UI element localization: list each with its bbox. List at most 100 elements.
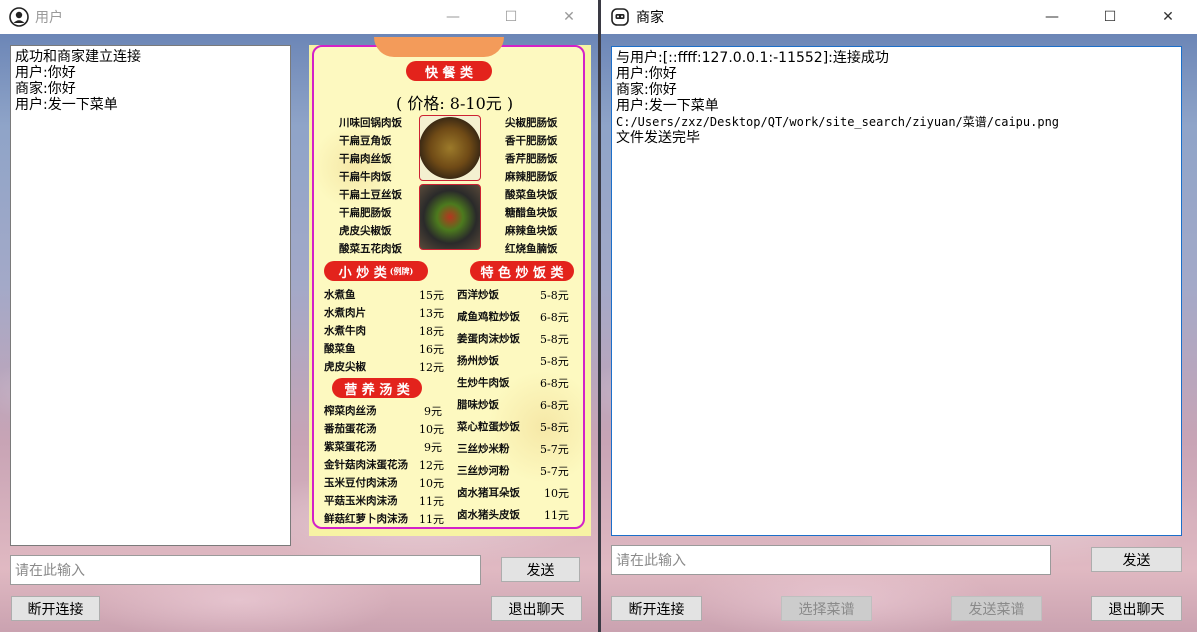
menu-item-price: 18元	[419, 325, 444, 338]
minimize-button[interactable]: —	[424, 0, 482, 34]
menu-item-price: 11元	[419, 495, 444, 508]
close-button[interactable]: ✕	[1139, 0, 1197, 34]
menu-item-price: 6-8元	[540, 377, 569, 390]
menu-item: 姜蛋肉沫炒饭	[457, 333, 520, 345]
menu-item: 香芹肥肠饭	[505, 153, 558, 165]
chat-line: 商家:你好	[616, 82, 677, 98]
menu-item: 麻辣鱼块饭	[505, 225, 558, 237]
chat-line: 用户:你好	[616, 66, 677, 82]
user-send-button[interactable]: 发送	[501, 557, 580, 582]
menu-item: 酸菜鱼	[324, 343, 356, 355]
dish-photo	[419, 115, 481, 181]
merchant-window: 商家 — ☐ ✕ 与用户:[::ffff:127.0.0.1:-11552]:连…	[601, 0, 1197, 632]
menu-item: 金针菇肉沫蛋花汤	[324, 459, 408, 471]
chat-line: 用户:你好	[15, 65, 76, 81]
minimize-button[interactable]: —	[1023, 0, 1081, 34]
menu-item: 干扁肥肠饭	[339, 207, 392, 219]
merchant-exit-chat-button[interactable]: 退出聊天	[1091, 596, 1182, 621]
user-window-title: 用户	[35, 10, 63, 26]
menu-item-price: 10元	[419, 477, 444, 490]
menu-item: 菜心粒蛋炒饭	[457, 421, 520, 433]
menu-item: 卤水猪头皮饭	[457, 509, 520, 521]
menu-item: 扬州炒饭	[457, 355, 499, 367]
maximize-button[interactable]: ☐	[482, 0, 540, 34]
menu-item-price: 9元	[424, 405, 442, 418]
send-menu-button[interactable]: 发送菜谱	[951, 596, 1042, 621]
chat-line: 用户:发一下菜单	[616, 98, 719, 114]
menu-section-fast-food: 快 餐 类	[406, 61, 492, 81]
menu-item: 生炒牛肉饭	[457, 377, 510, 389]
menu-item: 干扁肉丝饭	[339, 153, 392, 165]
menu-item-price: 11元	[544, 509, 569, 522]
merchant-message-input[interactable]: 请在此输入	[611, 545, 1051, 575]
chat-line: 文件发送完毕	[616, 130, 700, 146]
menu-item-price: 12元	[419, 361, 444, 374]
user-chat-log[interactable]: 成功和商家建立连接 用户:你好 商家:你好 用户:发一下菜单	[10, 45, 291, 546]
menu-item-price: 5-8元	[540, 421, 569, 434]
menu-section-stir-fry: 小 炒 类 (例牌)	[324, 261, 428, 281]
menu-item: 水煮牛肉	[324, 325, 366, 337]
menu-item: 水煮鱼	[324, 289, 356, 301]
user-message-input[interactable]: 请在此输入	[10, 555, 481, 585]
menu-section-fried-rice: 特 色 炒 饭 类	[470, 261, 574, 281]
close-button[interactable]: ✕	[540, 0, 598, 34]
merchant-chat-log[interactable]: 与用户:[::ffff:127.0.0.1:-11552]:连接成功 用户:你好…	[611, 46, 1182, 536]
menu-item: 西洋炒饭	[457, 289, 499, 301]
menu-item: 卤水猪耳朵饭	[457, 487, 520, 499]
merchant-titlebar[interactable]: 商家 — ☐ ✕	[601, 0, 1197, 34]
menu-item: 水煮肉片	[324, 307, 366, 319]
menu-item: 麻辣肥肠饭	[505, 171, 558, 183]
menu-item-price: 6-8元	[540, 311, 569, 324]
menu-item: 红烧鱼腩饭	[505, 243, 558, 255]
menu-item-price: 15元	[419, 289, 444, 302]
menu-item-price: 6-8元	[540, 399, 569, 412]
menu-item: 咸鱼鸡粒炒饭	[457, 311, 520, 323]
merchant-send-button[interactable]: 发送	[1091, 547, 1182, 572]
select-menu-button[interactable]: 选择菜谱	[781, 596, 872, 621]
menu-item-price: 13元	[419, 307, 444, 320]
menu-item: 榨菜肉丝汤	[324, 405, 377, 417]
robot-icon	[610, 7, 630, 27]
merchant-disconnect-button[interactable]: 断开连接	[611, 596, 702, 621]
menu-item: 腊味炒饭	[457, 399, 499, 411]
user-avatar-icon	[9, 7, 29, 27]
user-exit-chat-button[interactable]: 退出聊天	[491, 596, 582, 621]
menu-item: 三丝炒河粉	[457, 465, 510, 477]
menu-item: 酸菜鱼块饭	[505, 189, 558, 201]
menu-section-note: (例牌)	[389, 265, 414, 276]
menu-section-title: 小 炒 类	[338, 265, 387, 281]
menu-item: 尖椒肥肠饭	[505, 117, 558, 129]
menu-item-price: 10元	[544, 487, 569, 500]
menu-item-price: 12元	[419, 459, 444, 472]
menu-item: 番茄蛋花汤	[324, 423, 377, 435]
menu-item: 酸菜五花肉饭	[339, 243, 402, 255]
menu-item: 糖醋鱼块饭	[505, 207, 558, 219]
merchant-window-title: 商家	[636, 10, 664, 26]
chat-line-filepath: C:/Users/zxz/Desktop/QT/work/site_search…	[616, 115, 1060, 129]
menu-item: 鲜菇红萝卜肉沫汤	[324, 513, 408, 525]
menu-item: 香干肥肠饭	[505, 135, 558, 147]
menu-item: 玉米豆付肉沫汤	[324, 477, 398, 489]
maximize-button[interactable]: ☐	[1081, 0, 1139, 34]
menu-item-price: 5-8元	[540, 333, 569, 346]
menu-item-price: 5-8元	[540, 355, 569, 368]
menu-decoration	[374, 37, 504, 57]
user-disconnect-button[interactable]: 断开连接	[11, 596, 100, 621]
chat-line: 成功和商家建立连接	[15, 49, 141, 65]
menu-item: 虎皮尖椒	[324, 361, 366, 373]
menu-item: 干扁豆角饭	[339, 135, 392, 147]
chat-line: 用户:发一下菜单	[15, 97, 118, 113]
menu-item: 干扁牛肉饭	[339, 171, 392, 183]
menu-item: 紫菜蛋花汤	[324, 441, 377, 453]
user-window: 用户 — ☐ ✕ 成功和商家建立连接 用户:你好 商家:你好 用户:发一下菜单 …	[0, 0, 598, 632]
menu-item: 川味回锅肉饭	[339, 117, 402, 129]
menu-section-soup: 营 养 汤 类	[332, 378, 422, 398]
user-titlebar[interactable]: 用户 — ☐ ✕	[0, 0, 598, 34]
chat-line: 商家:你好	[15, 81, 76, 97]
menu-item-price: 5-7元	[540, 443, 569, 456]
menu-item-price: 5-7元	[540, 465, 569, 478]
menu-item: 平菇玉米肉沫汤	[324, 495, 398, 507]
chat-line: 与用户:[::ffff:127.0.0.1:-11552]:连接成功	[616, 50, 889, 66]
menu-item: 三丝炒米粉	[457, 443, 510, 455]
menu-item-price: 9元	[424, 441, 442, 454]
